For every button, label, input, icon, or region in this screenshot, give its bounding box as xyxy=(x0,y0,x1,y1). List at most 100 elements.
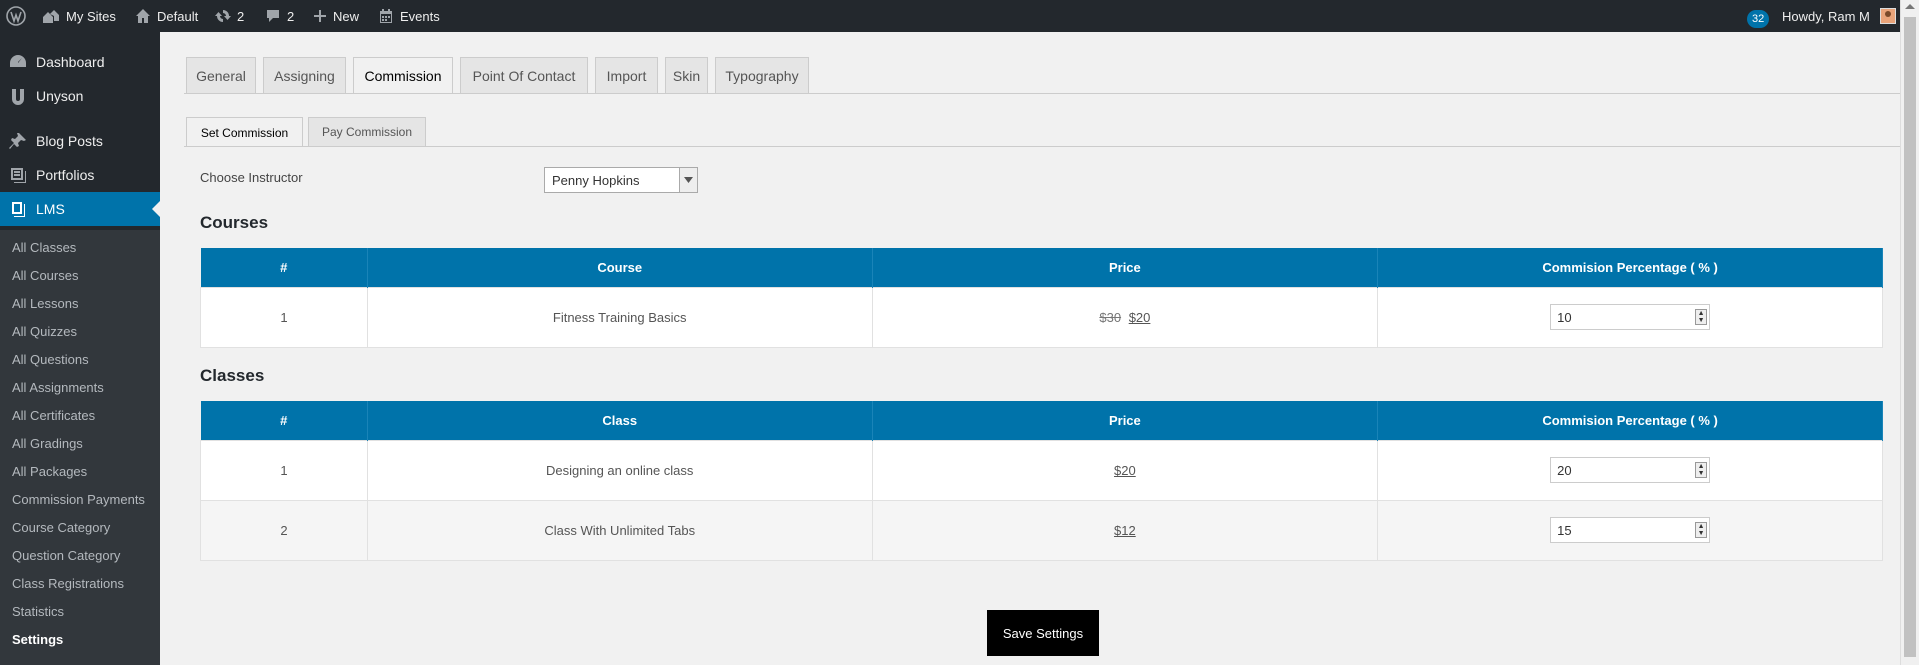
plus-icon xyxy=(314,10,326,22)
price-link[interactable]: $20 xyxy=(1129,310,1151,325)
submenu-item-question-category[interactable]: Question Category xyxy=(12,548,120,563)
sidebar-item-label: Blog Posts xyxy=(36,133,103,149)
submenu-item-all-quizzes[interactable]: All Quizzes xyxy=(12,324,77,339)
price-link[interactable]: $20 xyxy=(1114,463,1136,478)
classes-table: # Class Price Commision Percentage ( % )… xyxy=(200,401,1883,561)
book-icon xyxy=(0,200,36,218)
instructor-select[interactable]: Penny Hopkins xyxy=(544,167,698,193)
subtab-set-commission[interactable]: Set Commission xyxy=(186,117,303,147)
column-header: Commision Percentage ( % ) xyxy=(1377,401,1883,440)
price-link[interactable]: $12 xyxy=(1114,523,1136,538)
sidebar-item-label: LMS xyxy=(36,201,65,217)
sidebar-item-dashboard[interactable]: Dashboard xyxy=(0,45,160,79)
tab-typography[interactable]: Typography xyxy=(715,57,809,93)
table-row: 1 Designing an online class $20 20 ▲ ▼ xyxy=(200,439,1883,501)
row-number: 2 xyxy=(200,499,368,561)
comments-link[interactable]: 2 xyxy=(265,0,294,32)
course-name: Fitness Training Basics xyxy=(366,286,873,348)
calendar-icon xyxy=(380,9,392,23)
tab-commission[interactable]: Commission xyxy=(353,57,453,94)
sidebar-item-portfolios[interactable]: Portfolios xyxy=(0,158,160,192)
submenu-item-settings[interactable]: Settings xyxy=(12,632,63,647)
submenu-item-class-registrations[interactable]: Class Registrations xyxy=(12,576,124,591)
table-row: 1 Fitness Training Basics $30 $20 10 ▲ ▼ xyxy=(200,286,1883,348)
notifications-badge[interactable]: 32 xyxy=(1747,10,1770,28)
commission-percent-input[interactable]: 10 ▲ ▼ xyxy=(1550,304,1711,330)
class-name: Designing an online class xyxy=(366,439,873,501)
unyson-icon xyxy=(0,87,36,105)
column-header: Price xyxy=(872,401,1379,440)
percent-cell: 10 ▲ ▼ xyxy=(1377,286,1883,348)
submenu-item-all-assignments[interactable]: All Assignments xyxy=(12,380,104,395)
table-row: 2 Class With Unlimited Tabs $12 15 ▲ ▼ xyxy=(200,499,1883,561)
submenu-item-all-gradings[interactable]: All Gradings xyxy=(12,436,83,451)
stepper-arrows-icon[interactable]: ▲ ▼ xyxy=(1695,522,1708,538)
settings-content: General Assigning Commission Point Of Co… xyxy=(160,32,1900,665)
courses-table: # Course Price Commision Percentage ( % … xyxy=(200,248,1883,348)
new-content-link[interactable]: New xyxy=(313,0,359,32)
events-link[interactable]: Events xyxy=(378,0,440,32)
pin-icon xyxy=(0,132,36,150)
submenu-item-all-packages[interactable]: All Packages xyxy=(12,464,87,479)
tab-skin[interactable]: Skin xyxy=(665,57,708,93)
admin-sidebar: Dashboard Unyson Blog Posts Portfolios L… xyxy=(0,32,160,665)
home-icon xyxy=(136,9,150,23)
sidebar-item-lms[interactable]: LMS xyxy=(0,192,160,226)
subtab-pay-commission[interactable]: Pay Commission xyxy=(308,117,426,146)
column-header: Commision Percentage ( % ) xyxy=(1377,248,1883,287)
my-sites-label: My Sites xyxy=(66,8,116,24)
sidebar-item-blog-posts[interactable]: Blog Posts xyxy=(0,124,160,158)
row-number: 1 xyxy=(200,439,368,501)
tab-import[interactable]: Import xyxy=(595,57,658,93)
scroll-up-icon[interactable] xyxy=(1905,4,1915,9)
percent-cell: 20 ▲ ▼ xyxy=(1377,439,1883,501)
my-sites-link[interactable]: My Sites xyxy=(42,0,116,32)
commission-percent-value: 20 xyxy=(1557,462,1572,478)
updates-icon xyxy=(215,10,231,22)
site-name-link[interactable]: Default xyxy=(135,0,198,32)
dashboard-icon xyxy=(0,53,36,71)
submenu-item-course-category[interactable]: Course Category xyxy=(12,520,110,535)
comments-count: 2 xyxy=(287,8,295,24)
price-cell: $12 xyxy=(871,499,1379,561)
my-sites-icon xyxy=(43,10,59,23)
percent-cell: 15 ▲ ▼ xyxy=(1377,499,1883,561)
updates-link[interactable]: 2 xyxy=(215,0,244,32)
save-settings-button[interactable]: Save Settings xyxy=(987,610,1099,656)
submenu-item-all-lessons[interactable]: All Lessons xyxy=(12,296,78,311)
stepper-arrows-icon[interactable]: ▲ ▼ xyxy=(1695,462,1708,478)
account-menu[interactable]: Howdy, Ram M xyxy=(1782,0,1870,32)
tab-general[interactable]: General xyxy=(186,57,256,93)
submenu-item-all-certificates[interactable]: All Certificates xyxy=(12,408,95,423)
new-label: New xyxy=(333,8,360,24)
stepper-arrows-icon[interactable]: ▲ ▼ xyxy=(1695,309,1708,325)
column-header: # xyxy=(200,401,368,440)
class-name: Class With Unlimited Tabs xyxy=(366,499,873,561)
submenu-item-all-courses[interactable]: All Courses xyxy=(12,268,78,283)
row-number: 1 xyxy=(200,286,368,348)
sidebar-item-label: Portfolios xyxy=(36,167,95,183)
submenu-item-all-classes[interactable]: All Classes xyxy=(12,240,76,255)
tab-assigning[interactable]: Assigning xyxy=(263,57,346,93)
commission-percent-input[interactable]: 15 ▲ ▼ xyxy=(1550,517,1711,543)
sidebar-item-unyson[interactable]: Unyson xyxy=(0,79,160,113)
sidebar-item-label: Unyson xyxy=(36,88,84,104)
commission-percent-input[interactable]: 20 ▲ ▼ xyxy=(1550,457,1711,483)
avatar[interactable] xyxy=(1880,8,1896,24)
page-scrollbar[interactable] xyxy=(1900,0,1919,665)
choose-instructor-label: Choose Instructor xyxy=(200,170,303,185)
tab-point-of-contact[interactable]: Point Of Contact xyxy=(460,57,588,93)
submenu-item-all-questions[interactable]: All Questions xyxy=(12,352,89,367)
chevron-down-icon[interactable] xyxy=(679,168,697,192)
updates-count: 2 xyxy=(237,8,245,24)
commission-percent-value: 15 xyxy=(1557,522,1572,538)
portfolio-icon xyxy=(0,166,36,184)
scrollbar-thumb[interactable] xyxy=(1904,17,1916,657)
submenu-item-commission-payments[interactable]: Commission Payments xyxy=(12,492,145,507)
classes-heading: Classes xyxy=(200,366,265,385)
comment-icon xyxy=(267,10,279,22)
wordpress-logo-icon[interactable] xyxy=(6,0,26,32)
column-header: Course xyxy=(367,248,873,287)
submenu-item-statistics[interactable]: Statistics xyxy=(12,604,64,619)
site-name-label: Default xyxy=(157,8,199,24)
